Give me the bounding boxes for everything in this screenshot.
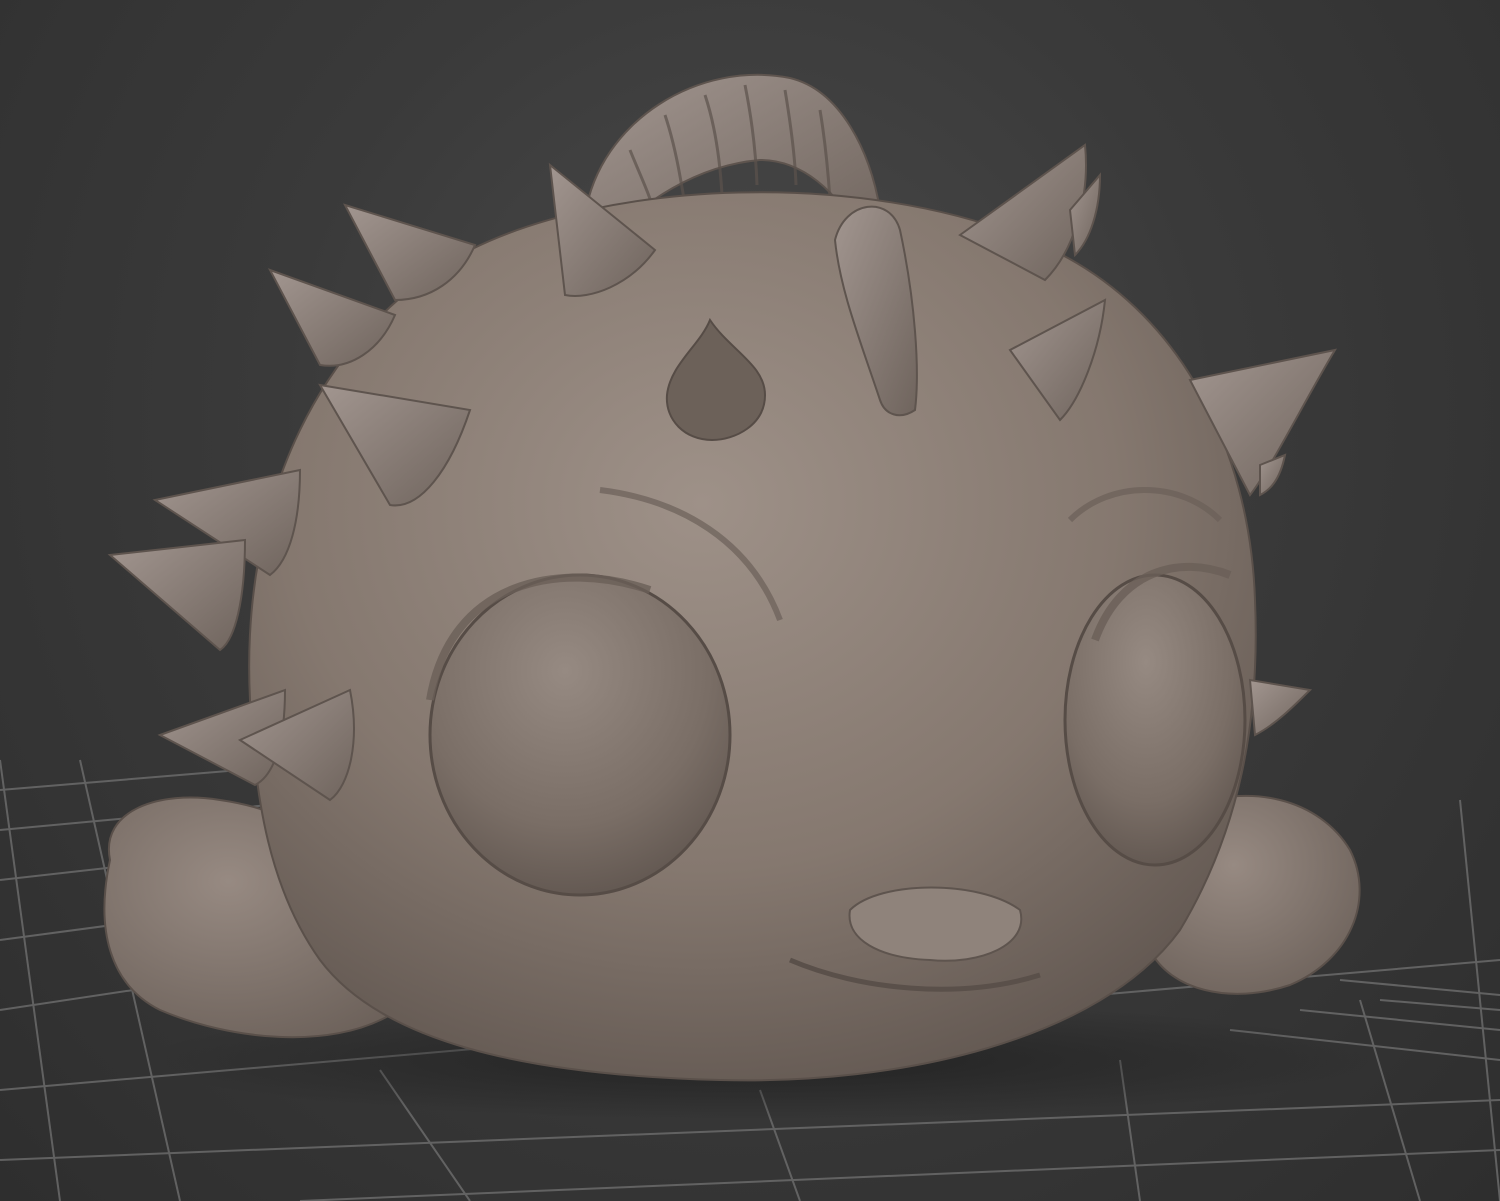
creature-sculpt-model[interactable] (103, 73, 1361, 1082)
left-eye (428, 573, 732, 897)
3d-viewport[interactable] (0, 0, 1500, 1201)
viewport-canvas[interactable] (0, 0, 1500, 1201)
right-eye (1063, 573, 1247, 867)
